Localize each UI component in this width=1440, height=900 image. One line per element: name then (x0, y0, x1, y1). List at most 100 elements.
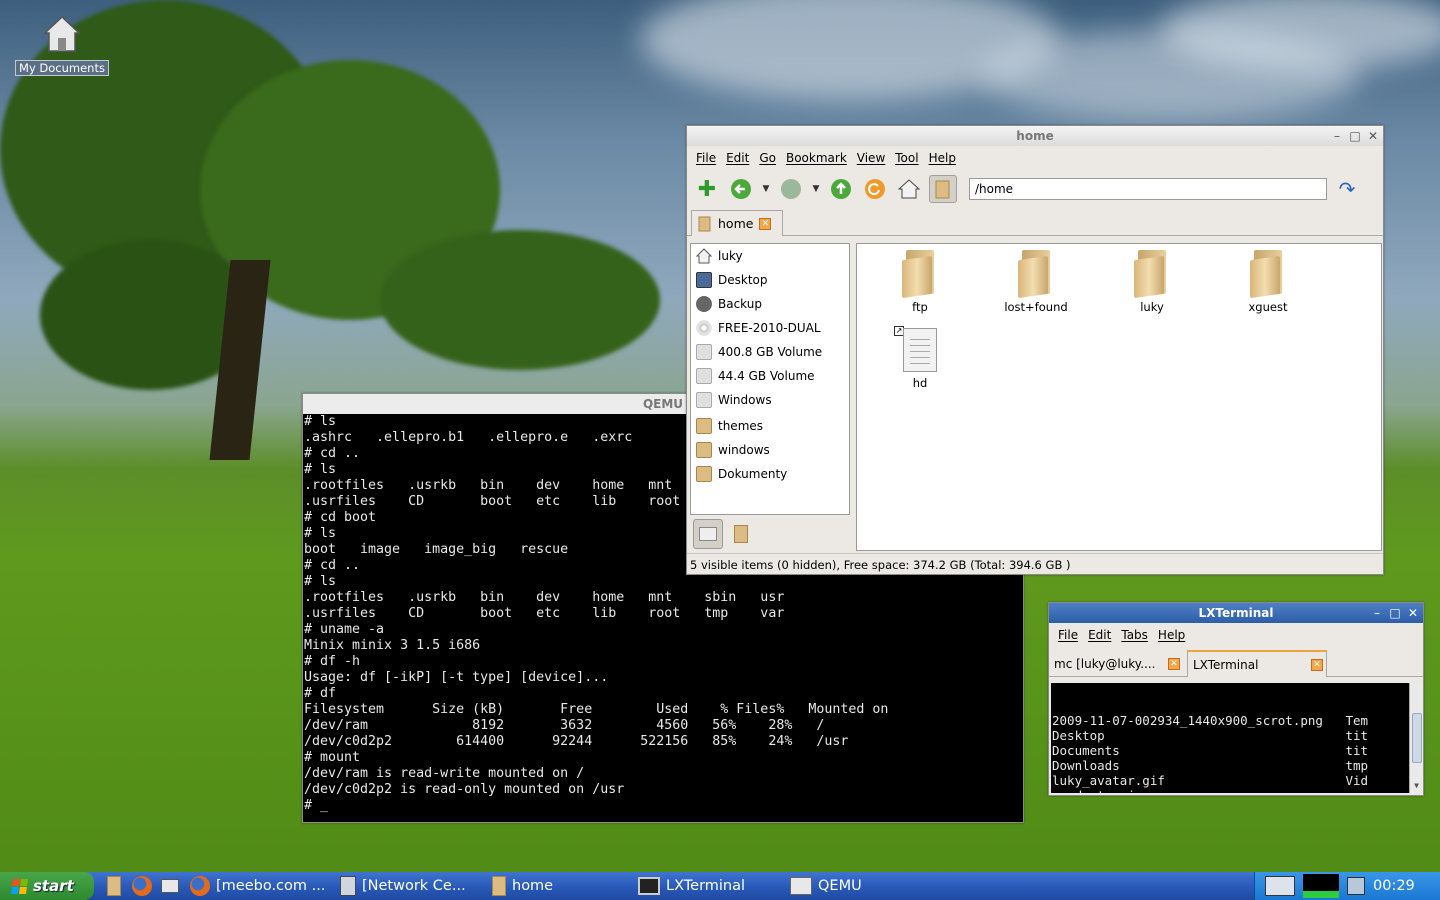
desktop-icon-my-documents[interactable]: My Documents (12, 14, 112, 76)
task-meebo[interactable]: [meebo.com ... (184, 874, 334, 898)
task-lxterminal[interactable]: LXTerminal (632, 874, 784, 898)
network-icon (340, 876, 356, 896)
place-44gb-volume[interactable]: 44.4 GB Volume (691, 364, 849, 388)
forward-history-dropdown[interactable]: ▼ (811, 184, 821, 194)
menu-file[interactable]: File (691, 151, 721, 165)
window-title: QEMU (642, 397, 684, 411)
menu-tool[interactable]: Tool (890, 151, 923, 165)
minimize-button[interactable]: – (1371, 603, 1383, 623)
back-button[interactable] (727, 175, 755, 203)
lxterminal-window[interactable]: LXTerminal – □ ✕ File Edit Tabs Help mc … (1048, 602, 1424, 796)
new-tab-button[interactable]: ✚ (693, 175, 721, 203)
terminal-tab-mc[interactable]: mc [luky@luky.... ✕ (1049, 650, 1183, 677)
tab-close-button[interactable]: ✕ (759, 217, 772, 230)
clock[interactable]: 00:29 (1373, 878, 1415, 894)
address-bar[interactable]: /home (969, 178, 1327, 200)
minimize-button[interactable]: – (1331, 126, 1343, 146)
place-luky[interactable]: luky (691, 244, 849, 268)
place-windows-volume[interactable]: Windows (691, 388, 849, 412)
up-button[interactable] (827, 175, 855, 203)
network-status-icon[interactable] (1347, 877, 1365, 895)
file-manager-window[interactable]: home – □ ✕ File Edit Go Bookmark View To… (686, 125, 1384, 575)
terminal-scrollbar[interactable]: ▲ ▼ (1409, 683, 1423, 793)
bookmark-windows[interactable]: windows (691, 438, 849, 462)
file-item-lost-found[interactable]: lost+found (986, 250, 1086, 314)
menu-view[interactable]: View (852, 151, 890, 165)
terminal-icon (638, 877, 660, 895)
close-button[interactable]: ✕ (1407, 603, 1419, 623)
file-item-hd[interactable]: ↗ hd (870, 326, 970, 390)
file-manager-titlebar[interactable]: home – □ ✕ (687, 126, 1383, 146)
task-label: LXTerminal (666, 878, 746, 894)
start-button[interactable]: start (0, 872, 94, 900)
place-label: Desktop (718, 273, 768, 287)
window-icon (790, 877, 812, 895)
scroll-down-arrow-icon[interactable]: ▼ (1410, 778, 1423, 793)
file-item-luky[interactable]: luky (1102, 250, 1202, 314)
menubar: File Edit Tabs Help (1049, 623, 1423, 647)
tab-home[interactable]: home ✕ (691, 210, 783, 236)
place-label: Windows (718, 393, 772, 407)
forward-button[interactable] (777, 175, 805, 203)
tree-mode-button[interactable] (731, 522, 751, 546)
place-label: FREE-2010-DUAL (718, 321, 821, 335)
place-desktop[interactable]: Desktop (691, 268, 849, 292)
reload-button[interactable] (861, 175, 889, 203)
menu-file[interactable]: File (1053, 628, 1083, 642)
folder-icon (696, 418, 712, 434)
terminal-line: 2009-11-07-002934_1440x900_scrot.png Tem (1052, 713, 1369, 728)
quicklaunch-firefox[interactable] (128, 872, 156, 900)
terminal-line: .rootfiles .usrkb bin dev home mnt sbin … (304, 590, 785, 605)
lxterminal-output[interactable]: 2009-11-07-002934_1440x900_scrot.png Tem… (1051, 683, 1423, 793)
system-tray: 00:29 (1254, 872, 1440, 900)
reload-icon (865, 179, 885, 199)
quicklaunch-show-desktop[interactable] (156, 872, 184, 900)
place-label: luky (718, 249, 743, 263)
task-home[interactable]: home (486, 874, 632, 898)
task-network-center[interactable]: [Network Ce... (334, 874, 486, 898)
home-button[interactable] (895, 175, 923, 203)
lxterminal-titlebar[interactable]: LXTerminal – □ ✕ (1049, 603, 1423, 623)
bookmark-dokumenty[interactable]: Dokumenty (691, 462, 849, 486)
cpu-monitor-icon[interactable] (1303, 874, 1339, 898)
firefox-icon (132, 876, 152, 896)
back-history-dropdown[interactable]: ▼ (761, 184, 771, 194)
side-pane-toggle-button[interactable] (929, 175, 957, 203)
menu-tabs[interactable]: Tabs (1116, 628, 1153, 642)
terminal-text: 2009-11-07-002934_1440x900_scrot.png Tem… (1052, 713, 1423, 793)
go-button[interactable]: ↷ (1333, 175, 1361, 203)
maximize-button[interactable]: □ (1389, 603, 1401, 623)
place-backup[interactable]: Backup (691, 292, 849, 316)
quicklaunch-file-manager[interactable] (100, 872, 128, 900)
menu-help[interactable]: Help (924, 151, 961, 165)
terminal-line: Downloads tmp (1052, 758, 1369, 773)
task-qemu[interactable]: QEMU (784, 874, 924, 898)
file-item-xguest[interactable]: xguest (1218, 250, 1318, 314)
home-icon (898, 179, 920, 199)
maximize-button[interactable]: □ (1349, 126, 1361, 146)
desktop-pager-icon[interactable] (1265, 876, 1295, 896)
tab-close-button[interactable]: ✕ (1311, 658, 1323, 671)
places-mode-button[interactable] (693, 519, 723, 549)
bookmark-themes[interactable]: themes (691, 414, 849, 438)
home-icon (696, 248, 712, 264)
file-label: luky (1140, 300, 1164, 314)
file-item-ftp[interactable]: ftp (870, 250, 970, 314)
menu-bookmark[interactable]: Bookmark (781, 151, 852, 165)
place-label: 400.8 GB Volume (718, 345, 823, 359)
tab-label: home (718, 216, 754, 231)
tab-close-button[interactable]: ✕ (1168, 657, 1180, 670)
menu-edit[interactable]: Edit (721, 151, 754, 165)
close-button[interactable]: ✕ (1367, 126, 1379, 146)
menu-help[interactable]: Help (1153, 628, 1190, 642)
file-view[interactable]: ftp lost+found luky xguest ↗ hd (856, 243, 1382, 551)
menu-edit[interactable]: Edit (1083, 628, 1116, 642)
terminal-tab-lxterminal[interactable]: LXTerminal ✕ (1187, 650, 1327, 677)
menu-go[interactable]: Go (754, 151, 781, 165)
start-label: start (33, 877, 74, 895)
place-400gb-volume[interactable]: 400.8 GB Volume (691, 340, 849, 364)
place-label: 44.4 GB Volume (718, 369, 815, 383)
folder-icon (900, 250, 940, 299)
place-free-2010-dual[interactable]: FREE-2010-DUAL (691, 316, 849, 340)
scrollbar-thumb[interactable] (1412, 713, 1422, 763)
